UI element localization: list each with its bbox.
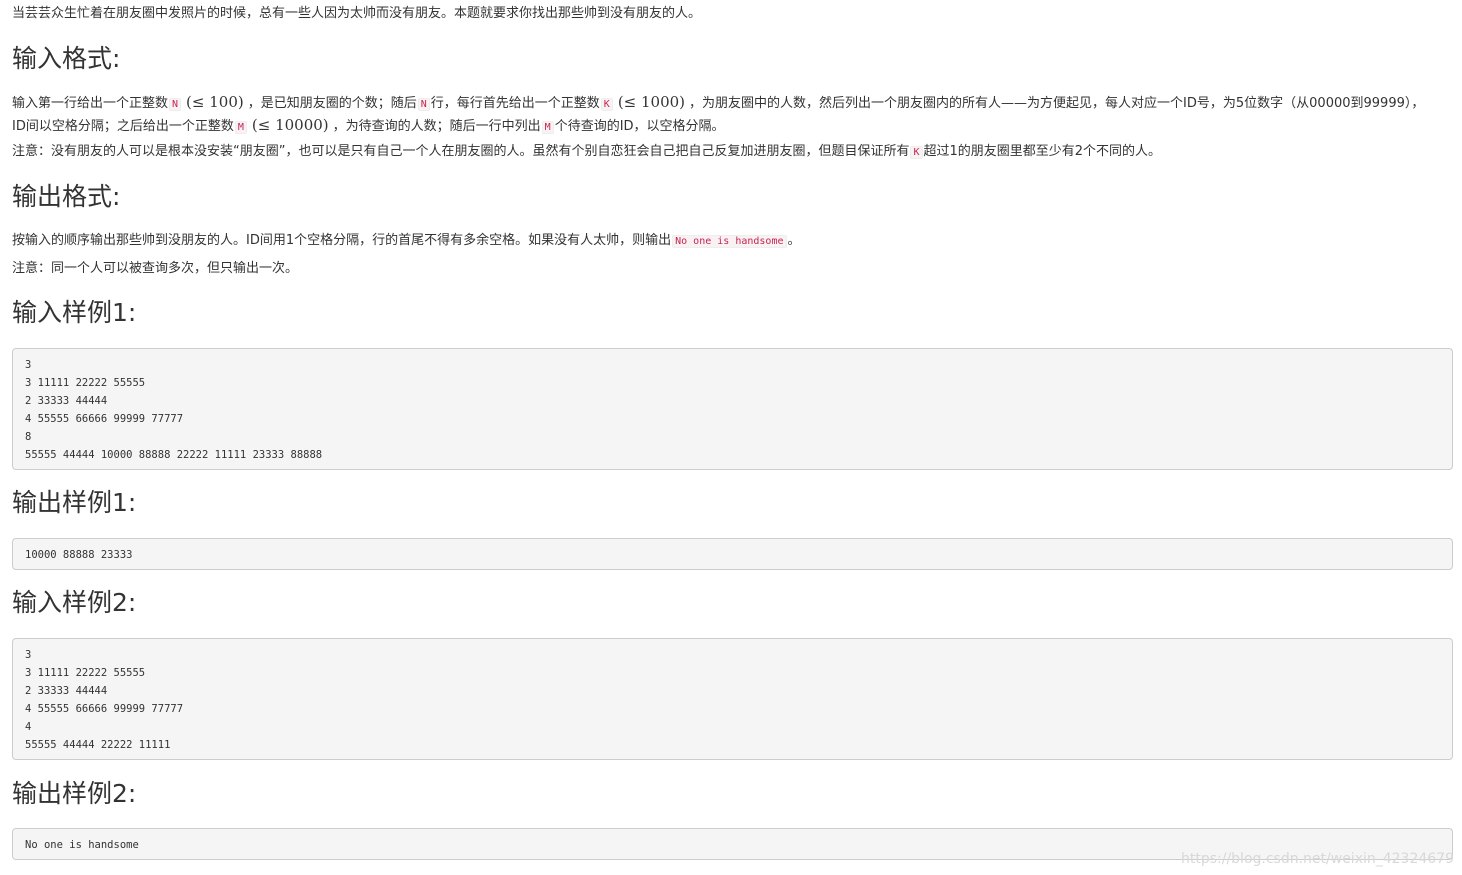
- text: 超过1的朋友圈里都至少有2个不同的人。: [923, 144, 1162, 159]
- var-m: M: [541, 121, 554, 134]
- sample-output-1-code[interactable]: 10000 88888 23333: [12, 538, 1453, 570]
- output-format-heading: 输出格式:: [12, 182, 121, 211]
- var-n: N: [417, 98, 430, 111]
- input-format-paragraph: 输入第一行给出一个正整数 N (≤ 100) ，是已知朋友圈的个数；随后 N 行，每行首先…: [12, 92, 1432, 138]
- intro-paragraph: 当芸芸众生忙着在朋友圈中发照片的时候，总有一些人因为太帅而没有朋友。本题就要求你…: [12, 6, 702, 21]
- text: 行，每行首先给出一个正整数: [430, 96, 600, 111]
- sample-output-1-heading: 输出样例1:: [12, 488, 137, 517]
- sample-output-2-heading: 输出样例2:: [12, 779, 137, 808]
- var-m: M: [234, 121, 247, 134]
- output-format-note: 注意：同一个人可以被查询多次，但只输出一次。: [12, 261, 299, 276]
- text: 输入第一行给出一个正整数: [12, 96, 169, 111]
- text: ，为待查询的人数；随后一行中列出: [332, 119, 541, 134]
- sample-input-2-code[interactable]: 3 3 11111 22222 55555 2 33333 44444 4 55…: [12, 638, 1453, 760]
- sample-input-1-code[interactable]: 3 3 11111 22222 55555 2 33333 44444 4 55…: [12, 348, 1453, 470]
- watermark: https://blog.csdn.net/weixin_42324679: [1180, 851, 1454, 867]
- sample-input-2-heading: 输入样例2:: [12, 588, 137, 617]
- text: 。: [787, 233, 801, 248]
- math-le-100: (≤ 100): [186, 93, 244, 111]
- input-format-note: 注意：没有朋友的人可以是根本没安装“朋友圈”，也可以是只有自己一个人在朋友圈的人…: [12, 141, 1161, 163]
- input-format-heading: 输入格式:: [12, 44, 121, 73]
- var-k: K: [910, 146, 923, 159]
- text: 个待查询的ID，以空格分隔。: [554, 119, 725, 134]
- var-k: K: [600, 98, 613, 111]
- text: 按输入的顺序输出那些帅到没朋友的人。ID间用1个空格分隔，行的首尾不得有多余空格…: [12, 233, 672, 248]
- var-n: N: [169, 98, 182, 111]
- math-le-1000: (≤ 1000): [617, 93, 686, 111]
- math-le-10000: (≤ 10000): [251, 116, 329, 134]
- sample-input-1-heading: 输入样例1:: [12, 298, 137, 327]
- inline-code-no-one-is-handsome: No one is handsome: [672, 235, 787, 248]
- text: ，是已知朋友圈的个数；随后: [247, 96, 417, 111]
- text: 注意：没有朋友的人可以是根本没安装“朋友圈”，也可以是只有自己一个人在朋友圈的人…: [12, 144, 910, 159]
- output-format-paragraph: 按输入的顺序输出那些帅到没朋友的人。ID间用1个空格分隔，行的首尾不得有多余空格…: [12, 230, 801, 252]
